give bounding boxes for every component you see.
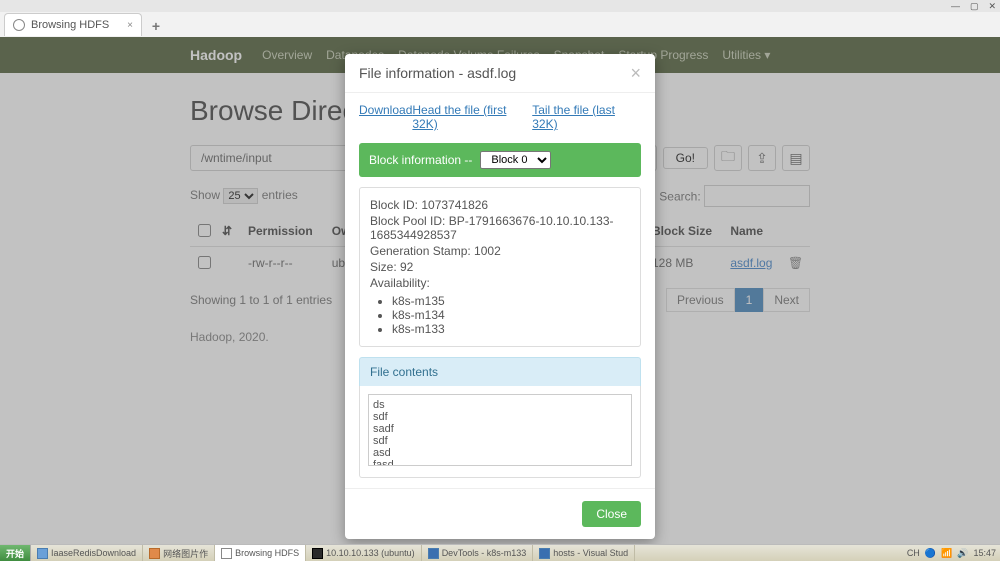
show-entries: Show 25 entries bbox=[190, 188, 298, 204]
list-item: k8s-m133 bbox=[392, 322, 630, 336]
block-select[interactable]: Block 0 bbox=[480, 151, 551, 169]
mkdir-icon[interactable]: 🗀 bbox=[714, 145, 742, 171]
block-size: Size: 92 bbox=[370, 260, 630, 274]
block-detail-panel: Block ID: 1073741826 Block Pool ID: BP-1… bbox=[359, 187, 641, 347]
file-contents-panel bbox=[359, 386, 641, 478]
app-icon bbox=[37, 548, 48, 559]
file-link[interactable]: asdf.log bbox=[730, 256, 772, 270]
favicon-icon bbox=[13, 19, 25, 31]
win-min-icon[interactable]: — bbox=[951, 1, 960, 11]
page-1[interactable]: 1 bbox=[735, 288, 764, 312]
tray-icon[interactable]: 📶 bbox=[941, 548, 952, 559]
head-link[interactable]: Head the file (first 32K) bbox=[412, 103, 532, 131]
file-contents-header: File contents bbox=[359, 357, 641, 386]
next-page[interactable]: Next bbox=[763, 288, 810, 312]
list-item: k8s-m135 bbox=[392, 294, 630, 308]
availability-list: k8s-m135 k8s-m134 k8s-m133 bbox=[370, 294, 630, 336]
col-name[interactable]: Name bbox=[726, 215, 784, 247]
go-button[interactable]: Go! bbox=[663, 147, 708, 169]
tail-link[interactable]: Tail the file (last 32K) bbox=[532, 103, 641, 131]
block-id: Block ID: 1073741826 bbox=[370, 198, 630, 212]
close-button[interactable]: Close bbox=[582, 501, 641, 527]
taskbar-item[interactable]: DevTools - k8s-m133 bbox=[422, 545, 534, 561]
tray-icon[interactable]: 🔵 bbox=[925, 548, 936, 559]
taskbar-item[interactable]: hosts - Visual Stud bbox=[533, 545, 635, 561]
cut-icon[interactable]: ▤ bbox=[782, 145, 810, 171]
availability-label: Availability: bbox=[370, 276, 630, 290]
file-info-modal: File information - asdf.log × Download H… bbox=[345, 54, 655, 539]
search-box: Search: bbox=[659, 185, 810, 207]
tab-title: Browsing HDFS bbox=[31, 19, 109, 31]
taskbar-item[interactable]: 10.10.10.133 (ubuntu) bbox=[306, 545, 422, 561]
row-checkbox[interactable] bbox=[198, 256, 211, 269]
block-info-label: Block information -- bbox=[369, 153, 472, 167]
trash-icon[interactable]: 🗑 bbox=[784, 247, 810, 279]
taskbar-item[interactable]: Browsing HDFS bbox=[215, 545, 306, 561]
nav-utilities[interactable]: Utilities ▾ bbox=[722, 48, 770, 62]
taskbar-item[interactable]: 网络图片作 bbox=[143, 545, 215, 561]
col-bsize[interactable]: Block Size bbox=[648, 215, 726, 247]
cell-bsize: 128 MB bbox=[648, 247, 726, 279]
pagination: Previous 1 Next bbox=[666, 288, 810, 312]
table-info: Showing 1 to 1 of 1 entries bbox=[190, 293, 332, 307]
tray-icon[interactable]: 🔊 bbox=[957, 548, 968, 559]
system-tray: CH 🔵 📶 🔊 15:47 bbox=[903, 548, 1000, 559]
app-icon bbox=[149, 548, 160, 559]
chrome-icon bbox=[221, 548, 232, 559]
entries-select[interactable]: 25 bbox=[223, 188, 258, 204]
cell-permission: -rw-r--r-- bbox=[244, 247, 328, 279]
prev-page[interactable]: Previous bbox=[666, 288, 735, 312]
col-permission[interactable]: Permission bbox=[244, 215, 328, 247]
terminal-icon bbox=[312, 548, 323, 559]
brand[interactable]: Hadoop bbox=[190, 47, 242, 63]
start-button[interactable]: 开始 bbox=[0, 545, 31, 561]
sort-icon[interactable]: ⇵ bbox=[218, 215, 244, 247]
generation-stamp: Generation Stamp: 1002 bbox=[370, 244, 630, 258]
devtools-icon bbox=[428, 548, 439, 559]
window-frame-buttons: — ▢ ✕ bbox=[0, 0, 1000, 12]
download-link[interactable]: Download bbox=[359, 103, 412, 131]
clock[interactable]: 15:47 bbox=[973, 548, 996, 558]
list-item: k8s-m134 bbox=[392, 308, 630, 322]
vscode-icon bbox=[539, 548, 550, 559]
browser-tab[interactable]: Browsing HDFS × bbox=[4, 13, 142, 36]
taskbar: 开始 IaaseRedisDownload 网络图片作 Browsing HDF… bbox=[0, 544, 1000, 561]
browser-tabstrip: Browsing HDFS × + bbox=[0, 12, 1000, 36]
search-input[interactable] bbox=[704, 185, 810, 207]
win-close-icon[interactable]: ✕ bbox=[988, 1, 996, 12]
close-icon[interactable]: × bbox=[630, 66, 641, 80]
block-pool-id: Block Pool ID: BP-1791663676-10.10.10.13… bbox=[370, 214, 630, 242]
block-info-bar: Block information -- Block 0 bbox=[359, 143, 641, 177]
win-max-icon[interactable]: ▢ bbox=[970, 1, 979, 12]
taskbar-item[interactable]: IaaseRedisDownload bbox=[31, 545, 143, 561]
tab-close-icon[interactable]: × bbox=[127, 20, 133, 31]
file-contents-text[interactable] bbox=[368, 394, 632, 466]
nav-overview[interactable]: Overview bbox=[262, 48, 312, 62]
lang-indicator[interactable]: CH bbox=[907, 548, 920, 558]
new-tab-button[interactable]: + bbox=[146, 16, 166, 36]
modal-title: File information - asdf.log bbox=[359, 65, 516, 81]
select-all-checkbox[interactable] bbox=[198, 224, 211, 237]
upload-icon[interactable]: ⇪ bbox=[748, 145, 776, 171]
